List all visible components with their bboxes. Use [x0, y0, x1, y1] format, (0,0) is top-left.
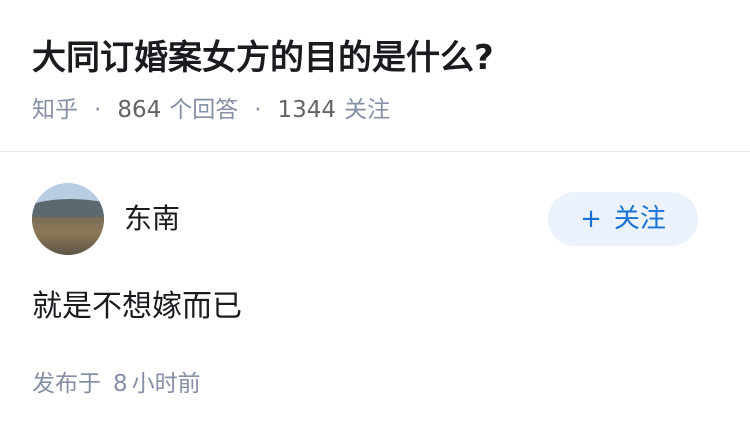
plus-icon: + [580, 204, 602, 234]
publish-time: 发布于 8 小时前 [32, 368, 201, 400]
question-meta: 知乎 · 864 个回答 · 1344 关注 [32, 94, 390, 126]
follower-count: 1344 [277, 97, 337, 123]
answer-count-label: 个回答 [169, 97, 239, 123]
publish-time-number: 8 [113, 371, 128, 397]
answer-author[interactable]: 东南 [32, 183, 180, 255]
avatar[interactable] [32, 183, 104, 255]
author-name[interactable]: 东南 [124, 201, 180, 237]
meta-separator: · [94, 97, 102, 123]
publish-prefix: 发布于 [32, 371, 101, 397]
follower-count-label: 关注 [344, 97, 391, 123]
answer-count: 864 [117, 97, 162, 123]
meta-separator: · [254, 97, 262, 123]
source-label: 知乎 [32, 97, 78, 123]
question-header: 大同订婚案女方的目的是什么? 知乎 · 864 个回答 · 1344 关注 [0, 0, 750, 152]
answer-content[interactable]: 就是不想嫁而已 [32, 287, 242, 327]
question-title[interactable]: 大同订婚案女方的目的是什么? [32, 35, 494, 81]
follow-button-label: 关注 [613, 204, 666, 234]
follow-button[interactable]: + 关注 [548, 192, 698, 246]
publish-suffix: 小时前 [131, 371, 201, 397]
